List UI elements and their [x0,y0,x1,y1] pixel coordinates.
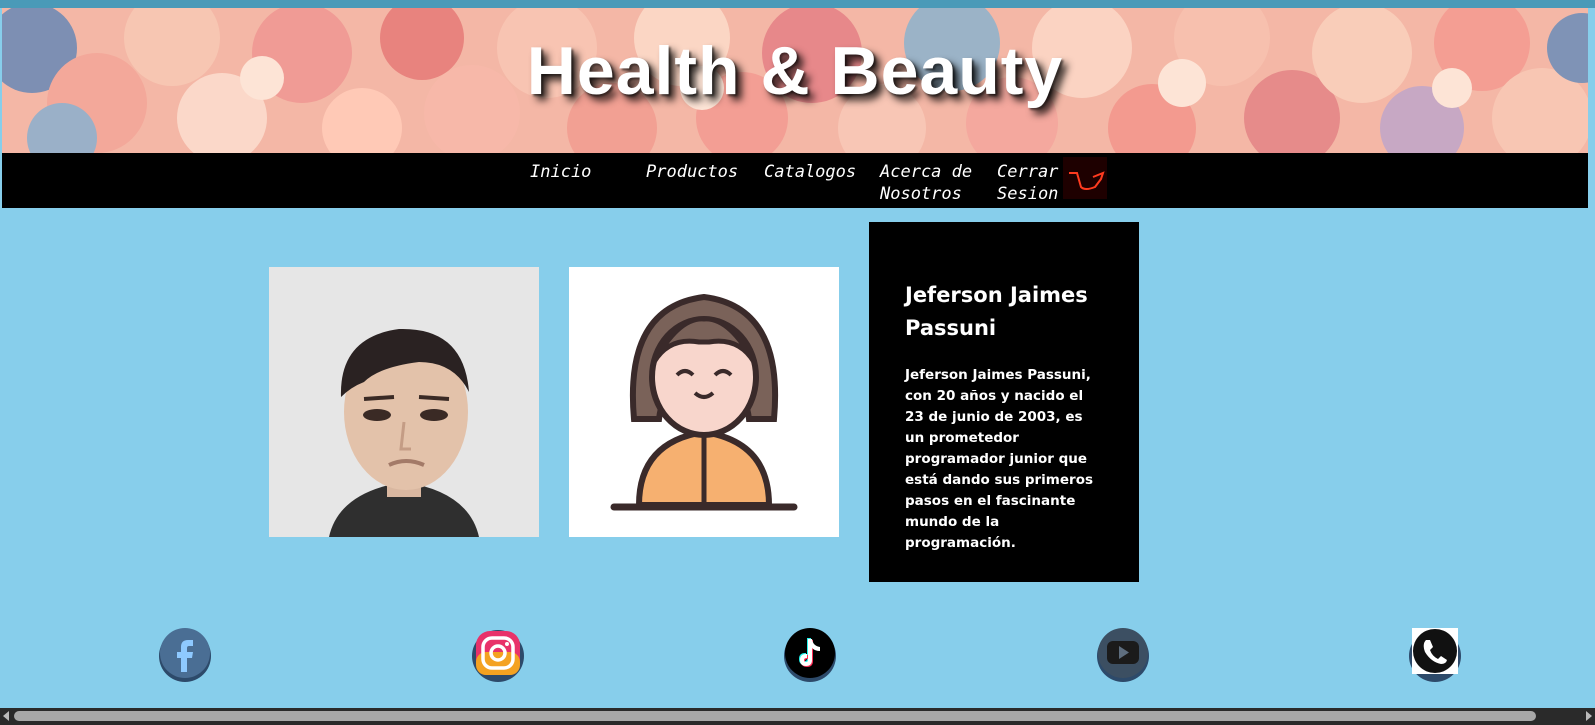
bio-name: Jeferson Jaimes Passuni [905,283,1088,340]
nav-acerca-de-nosotros[interactable]: Acerca de Nosotros [880,161,972,205]
main-content: Jeferson Jaimes Passuni Jeferson Jaimes … [0,210,1595,610]
scroll-left-arrow-icon[interactable] [3,711,9,721]
profile-photo-female [569,267,839,537]
horizontal-scrollbar[interactable] [0,708,1595,725]
bio-card: Jeferson Jaimes Passuni Jeferson Jaimes … [869,222,1139,582]
instagram-icon[interactable] [470,626,526,682]
header-banner: Health & Beauty [2,8,1588,153]
nav-cerrar-sesion[interactable]: Cerrar Sesion [997,161,1058,205]
nav-cerrar-line1: Cerrar [997,162,1059,182]
site-title: Health & Beauty [526,33,1064,109]
nav-acerca-line2: Nosotros [880,184,962,204]
nav-productos[interactable]: Productos [646,161,738,183]
whatsapp-icon[interactable] [1407,626,1463,682]
profile-photo-male [269,267,539,537]
nav-cerrar-line2: Sesion [997,184,1059,204]
tiktok-icon[interactable] [782,626,838,682]
youtube-icon[interactable] [1095,626,1151,682]
scroll-right-arrow-icon[interactable] [1586,711,1592,721]
nav-inicio[interactable]: Inicio [530,161,591,183]
nav-catalogos[interactable]: Catalogos [764,161,856,183]
bio-description: Jeferson Jaimes Passuni, con 20 años y n… [905,367,1093,551]
facebook-icon[interactable] [157,626,213,682]
top-border [0,0,1595,8]
nav-acerca-line1: Acerca de [880,162,973,182]
main-navbar: Inicio Productos Catalogos Acerca de Nos… [2,153,1588,208]
shopping-cart-icon[interactable] [1063,157,1107,199]
scroll-thumb[interactable] [14,711,1536,721]
